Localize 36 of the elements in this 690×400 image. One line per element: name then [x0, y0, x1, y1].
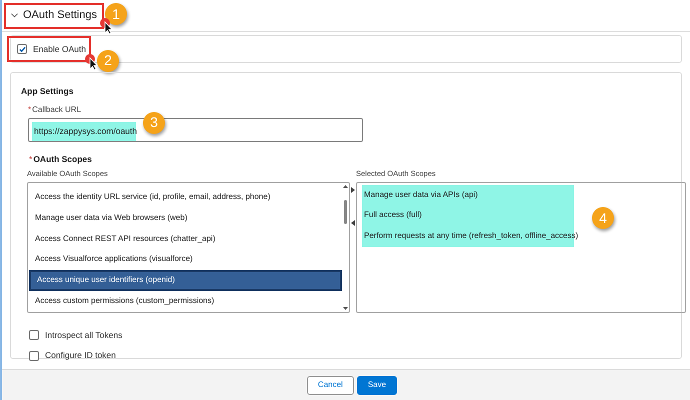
checkbox[interactable]: [29, 330, 39, 340]
checkbox-label: Introspect all Tokens: [45, 328, 122, 342]
scroll-up-icon: [342, 184, 348, 188]
scroll-down-icon: [342, 306, 348, 310]
check-icon: [18, 46, 26, 52]
scope-option[interactable]: Access custom permissions (custom_permissions): [29, 290, 342, 312]
scope-option[interactable]: Access Connect REST API resources (chatter_api): [29, 228, 342, 249]
section-title: App Settings: [21, 85, 74, 98]
scrollbar[interactable]: [342, 184, 348, 310]
checkbox-label: Configure ID token: [45, 349, 116, 362]
checkbox[interactable]: [29, 350, 39, 361]
scope-option[interactable]: Manage user data via Web browsers (web): [29, 207, 342, 228]
field-value: https://zappysys.com/oauth: [32, 122, 136, 140]
required-mark: *: [28, 104, 32, 116]
step-badge: 1: [105, 3, 127, 25]
checkbox[interactable]: [17, 44, 27, 54]
save-button[interactable]: Save: [356, 376, 398, 394]
chevron-icon: [11, 13, 18, 18]
move-right-button[interactable]: [350, 186, 356, 194]
section-header[interactable]: OAuth Settings: [11, 7, 97, 24]
field-label: OAuth Scopes: [33, 152, 92, 166]
step-badge: 4: [592, 207, 614, 229]
scope-option[interactable]: Access unique user identifiers (openid): [29, 270, 342, 291]
step-badge: 3: [143, 112, 165, 134]
scope-option[interactable]: Access the identity URL service (id, profile, email, address, phone): [29, 186, 342, 208]
field-label: Callback URL: [32, 104, 82, 116]
required-mark: *: [29, 152, 32, 166]
scope-option[interactable]: Access Visualforce applications (visualforce): [29, 248, 342, 270]
checkbox-label: Enable OAuth: [33, 42, 86, 56]
move-left-button[interactable]: [350, 219, 356, 228]
step-badge: 2: [97, 50, 119, 72]
triangle-left-icon: [351, 220, 355, 226]
scope-option[interactable]: Full access (full): [364, 209, 574, 222]
triangle-right-icon: [351, 187, 355, 194]
scope-option[interactable]: Manage user data via APIs (api): [364, 188, 574, 201]
cancel-button[interactable]: Cancel: [306, 376, 354, 394]
